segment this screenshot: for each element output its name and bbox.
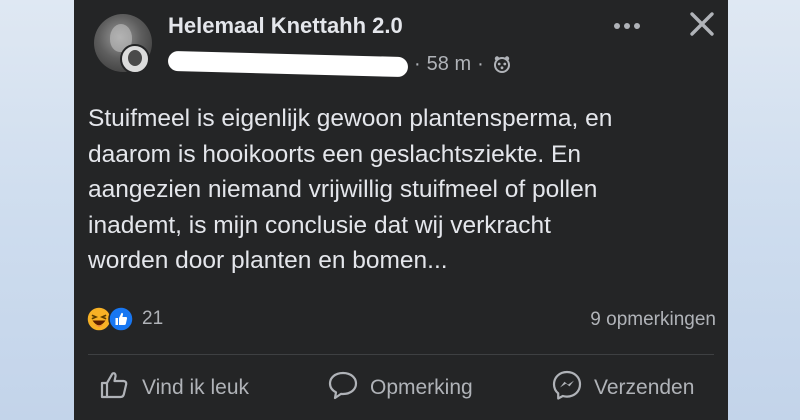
more-icon[interactable] — [613, 18, 641, 36]
group-name[interactable]: Helemaal Knettahh 2.0 — [168, 13, 403, 39]
send-button-label: Verzenden — [594, 375, 695, 399]
divider — [88, 354, 714, 355]
action-bar: Vind ik leuk Opmerking Verzenden — [74, 368, 728, 412]
close-icon[interactable] — [688, 10, 716, 43]
send-button[interactable]: Verzenden — [550, 368, 694, 407]
meta-separator: · — [414, 52, 421, 75]
meta-separator: · — [477, 52, 484, 75]
author-avatar-photo — [128, 50, 142, 66]
comment-count[interactable]: 9 opmerkingen — [590, 309, 716, 331]
author-name-redacted — [167, 50, 409, 78]
post-meta: · 58 m · — [167, 50, 512, 78]
reaction-summary[interactable]: 21 — [86, 306, 163, 332]
comment-button-label: Opmerking — [370, 375, 473, 399]
author-avatar[interactable] — [120, 44, 150, 74]
comment-button[interactable]: Opmerking — [326, 368, 473, 407]
like-button[interactable]: Vind ik leuk — [98, 368, 249, 407]
post-time[interactable]: 58 m — [427, 53, 471, 76]
like-reaction-icon — [108, 306, 134, 332]
post-card: Helemaal Knettahh 2.0 · 58 m · Stuifmeel… — [74, 0, 728, 420]
comment-bubble-icon — [326, 368, 360, 407]
thumbs-up-icon — [98, 368, 132, 407]
post-text: Stuifmeel is eigenlijk gewoon plantenspe… — [88, 105, 613, 274]
audience-icon[interactable] — [492, 54, 512, 74]
like-button-label: Vind ik leuk — [142, 375, 250, 399]
messenger-icon — [550, 368, 584, 407]
reaction-count: 21 — [142, 308, 164, 329]
